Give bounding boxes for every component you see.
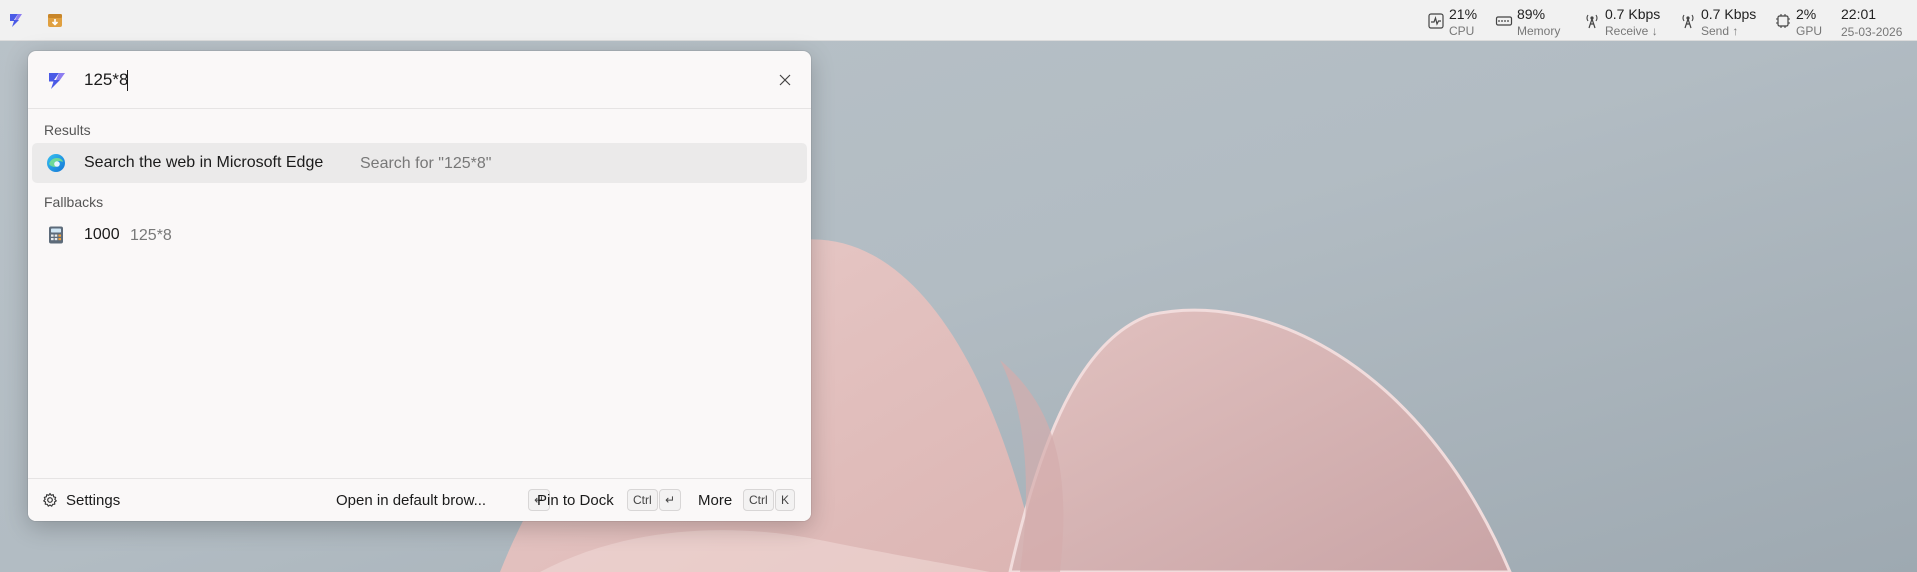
memory-label: Memory bbox=[1517, 24, 1561, 38]
k-key-hint: K bbox=[775, 489, 796, 511]
antenna-send-icon bbox=[1682, 14, 1694, 29]
cpu-activity-icon bbox=[1428, 13, 1444, 29]
cpu-value: 21% bbox=[1449, 6, 1478, 22]
gear-icon bbox=[43, 492, 57, 507]
results-section-header: Results bbox=[44, 122, 91, 138]
fallback-item-calculator[interactable]: 1000 125*8 bbox=[32, 215, 807, 255]
memory-value: 89% bbox=[1517, 6, 1546, 22]
gpu-label: GPU bbox=[1796, 24, 1823, 38]
search-bar bbox=[28, 51, 811, 109]
send-label: Send ↑ bbox=[1701, 24, 1739, 38]
archive-download-icon bbox=[48, 14, 62, 27]
ctrl-key-hint: Ctrl bbox=[743, 489, 774, 511]
more-label: More bbox=[698, 492, 733, 509]
enter-key-hint: ↵ bbox=[659, 489, 682, 511]
cpu-label: CPU bbox=[1449, 24, 1475, 38]
text-caret bbox=[127, 70, 128, 91]
palette-footer: Settings Open in default brow... ↵ Pin t… bbox=[28, 478, 811, 521]
memory-icon bbox=[1495, 16, 1513, 26]
send-value: 0.7 Kbps bbox=[1701, 6, 1757, 22]
clock-time: 22:01 bbox=[1841, 6, 1877, 22]
clear-search-button[interactable] bbox=[775, 70, 795, 90]
close-icon bbox=[779, 74, 791, 86]
receive-value: 0.7 Kbps bbox=[1605, 6, 1661, 22]
calculator-icon bbox=[49, 226, 63, 244]
antenna-receive-icon bbox=[1586, 14, 1598, 29]
dock-bar: 21% CPU 89% Memory 0.7 Kbps Receive ↓ 0.… bbox=[0, 0, 1917, 41]
result-title: Search the web in Microsoft Edge bbox=[84, 154, 324, 171]
clock-date: 25-03-2026 bbox=[1841, 25, 1903, 39]
edge-browser-icon bbox=[47, 154, 65, 172]
ctrl-key-hint: Ctrl bbox=[627, 489, 658, 511]
fallback-subtitle: 125*8 bbox=[130, 227, 172, 244]
fallbacks-section-header: Fallbacks bbox=[44, 194, 104, 210]
gpu-value: 2% bbox=[1796, 6, 1817, 22]
open-in-browser-label: Open in default brow... bbox=[336, 492, 487, 509]
result-subtitle: Search for "125*8" bbox=[360, 155, 492, 172]
receive-label: Receive ↓ bbox=[1605, 24, 1658, 38]
search-input[interactable] bbox=[82, 65, 722, 95]
dock-app-archive[interactable] bbox=[43, 8, 67, 32]
command-palette-logo-icon bbox=[49, 73, 65, 89]
command-palette-icon bbox=[10, 14, 22, 27]
fallback-title: 1000 bbox=[84, 226, 120, 243]
settings-label: Settings bbox=[66, 492, 121, 509]
result-item-web-search[interactable]: Search the web in Microsoft Edge Search … bbox=[32, 143, 807, 183]
gpu-chip-icon bbox=[1776, 14, 1790, 28]
dock-app-command-palette[interactable] bbox=[4, 8, 28, 32]
pin-to-dock-label: Pin to Dock bbox=[537, 492, 614, 509]
command-palette-window: Results Search the web in Microsoft Edge… bbox=[28, 51, 811, 521]
